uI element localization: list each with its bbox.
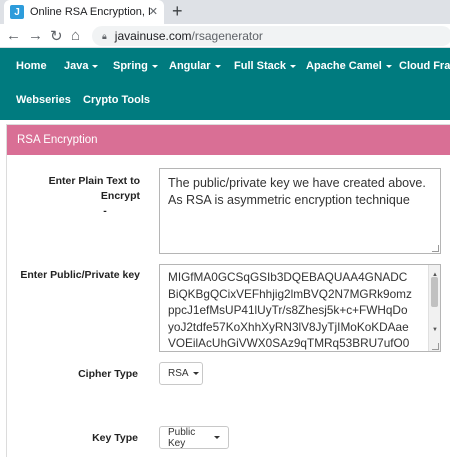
address-bar[interactable]: 🔒︎ javainuse.com/rsagenerator bbox=[92, 26, 450, 46]
resize-grip-icon[interactable] bbox=[432, 245, 439, 252]
nav-spring[interactable]: Spring bbox=[113, 60, 158, 72]
new-tab-icon[interactable]: + bbox=[172, 1, 183, 22]
chevron-down-icon bbox=[151, 64, 158, 68]
chevron-down-icon bbox=[192, 372, 199, 375]
site-favicon-icon: J bbox=[10, 5, 24, 19]
close-tab-icon[interactable]: ✕ bbox=[149, 5, 158, 18]
nav-apache-camel[interactable]: Apache Camel bbox=[306, 60, 392, 72]
key-type-label: Key Type bbox=[92, 432, 138, 444]
key-label: Enter Public/Private key bbox=[20, 269, 140, 281]
reload-icon[interactable]: ↻ bbox=[50, 27, 63, 45]
nav-webseries[interactable]: Webseries bbox=[16, 94, 71, 106]
nav-crypto-tools[interactable]: Crypto Tools bbox=[83, 94, 150, 106]
chevron-down-icon bbox=[214, 64, 221, 68]
panel-heading: RSA Encryption bbox=[7, 125, 450, 155]
resize-grip-icon[interactable] bbox=[432, 343, 439, 350]
nav-cloud-frameworks[interactable]: Cloud Fram bbox=[399, 60, 450, 72]
forward-arrow-icon[interactable]: → bbox=[28, 27, 43, 44]
nav-home[interactable]: Home bbox=[16, 60, 47, 72]
chevron-down-icon bbox=[92, 64, 99, 68]
scroll-down-icon[interactable]: ▼ bbox=[432, 322, 438, 339]
nav-full-stack[interactable]: Full Stack bbox=[234, 60, 296, 72]
plain-text-label: Enter Plain Text to Encrypt - bbox=[48, 175, 140, 217]
cipher-type-label: Cipher Type bbox=[78, 368, 138, 380]
browser-toolbar: ← → ↻ ⌂ 🔒︎ javainuse.com/rsagenerator bbox=[0, 24, 450, 48]
key-scrollbar[interactable]: ▲ ▼ bbox=[428, 265, 440, 351]
browser-tab[interactable]: J Online RSA Encryption, Decryptio ✕ bbox=[4, 0, 164, 24]
site-navbar: Home Java Spring Angular Full Stack Apac… bbox=[0, 48, 450, 120]
plain-text-input[interactable]: The public/private key we have created a… bbox=[159, 168, 441, 254]
back-arrow-icon[interactable]: ← bbox=[6, 27, 21, 44]
lock-icon[interactable]: 🔒︎ bbox=[102, 31, 107, 42]
home-icon[interactable]: ⌂ bbox=[71, 27, 80, 44]
url-text: javainuse.com/rsagenerator bbox=[114, 29, 263, 43]
nav-java[interactable]: Java bbox=[64, 60, 99, 72]
chevron-down-icon bbox=[214, 436, 220, 439]
key-input[interactable]: MIGfMA0GCSqGSIb3DQEBAQUAA4GNADC BiQKBgQC… bbox=[159, 264, 441, 352]
panel-title: RSA Encryption bbox=[17, 134, 98, 146]
cipher-type-dropdown[interactable]: RSA bbox=[159, 362, 203, 385]
key-type-dropdown[interactable]: Public Key bbox=[159, 426, 229, 449]
tab-title: Online RSA Encryption, Decryptio bbox=[30, 6, 150, 18]
browser-tab-strip: J Online RSA Encryption, Decryptio ✕ + bbox=[0, 0, 450, 24]
chevron-down-icon bbox=[289, 64, 296, 68]
nav-angular[interactable]: Angular bbox=[169, 60, 221, 72]
key-text: MIGfMA0GCSqGSIb3DQEBAQUAA4GNADC BiQKBgQC… bbox=[168, 270, 412, 350]
chevron-down-icon bbox=[385, 64, 392, 68]
scroll-thumb[interactable] bbox=[431, 277, 438, 307]
